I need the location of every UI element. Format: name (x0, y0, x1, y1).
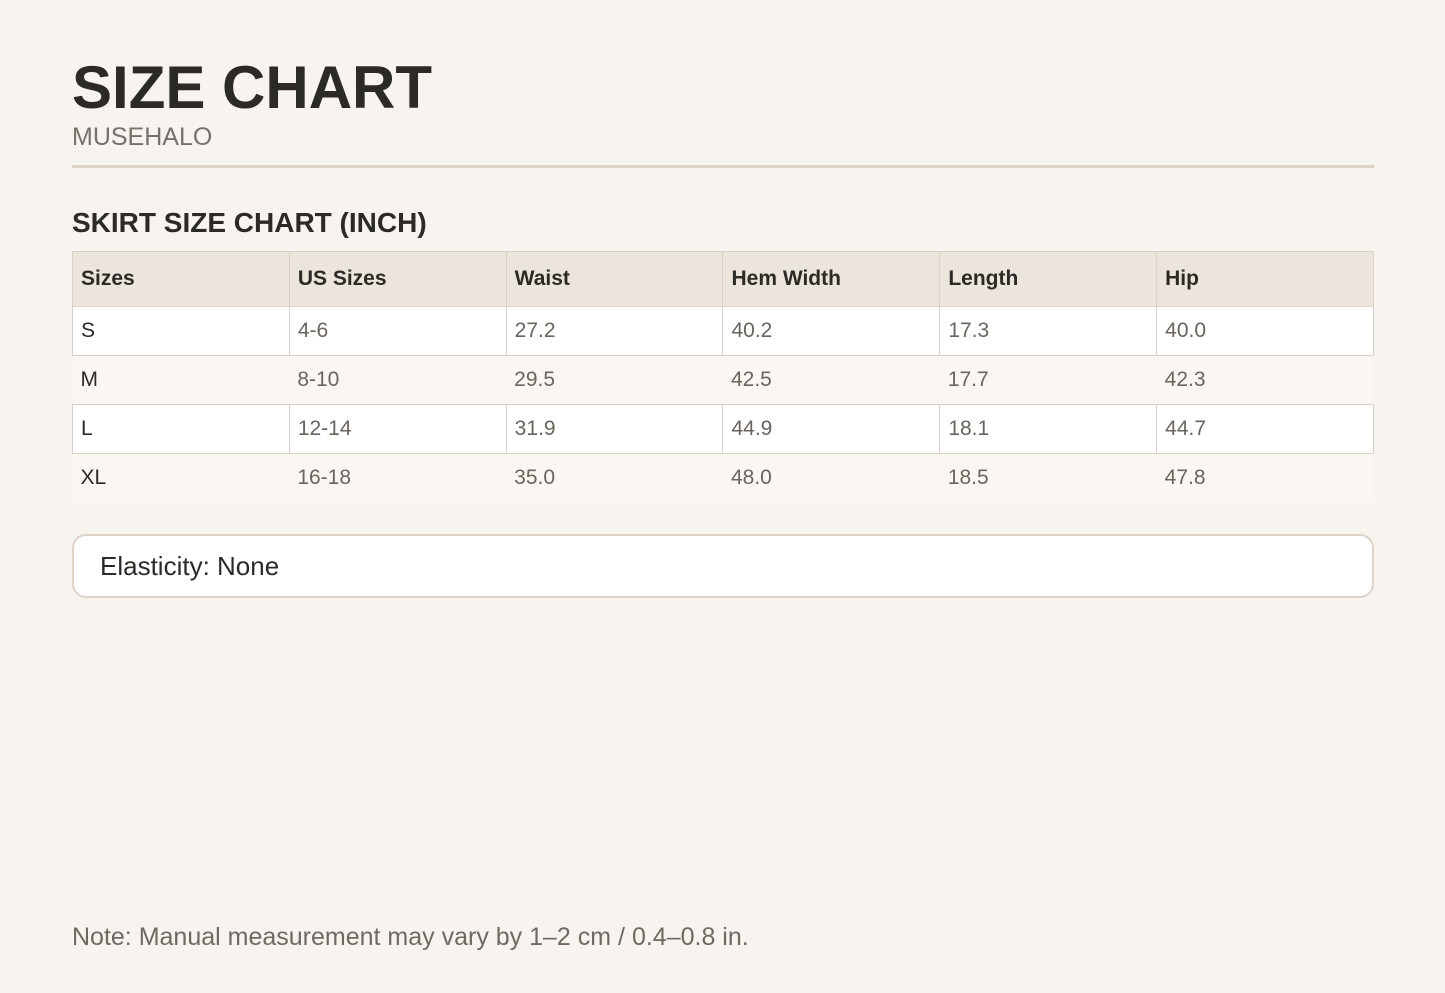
column-header-sizes: Sizes (72, 251, 290, 307)
table-cell: 18.5 (939, 453, 1157, 503)
table-cell: 31.9 (505, 404, 724, 454)
table-cell: 27.2 (505, 306, 724, 356)
table-cell: 18.1 (939, 404, 1158, 454)
column-header-hem-width: Hem Width (722, 251, 941, 307)
brand-name: MUSEHALO (72, 123, 213, 151)
column-header-waist: Waist (505, 251, 724, 307)
table-cell: 42.3 (1156, 355, 1374, 405)
table-cell: 17.3 (939, 306, 1158, 356)
table-cell: 8-10 (289, 355, 507, 405)
table-cell: 17.7 (939, 355, 1157, 405)
section-title: SKIRT SIZE CHART (INCH) (72, 207, 427, 238)
table-cell: S (72, 306, 290, 356)
table-header-row: Sizes US Sizes Waist Hem Width Length Hi… (72, 251, 1374, 307)
table-cell: 16-18 (289, 453, 507, 503)
table-cell: 35.0 (506, 453, 723, 503)
measurement-note: Note: Manual measurement may vary by 1–2… (72, 923, 749, 951)
table-cell: 42.5 (722, 355, 940, 405)
column-header-us-sizes: US Sizes (288, 251, 507, 307)
table-cell: 48.0 (722, 453, 940, 503)
column-header-length: Length (939, 251, 1158, 307)
table-cell: 44.9 (722, 404, 941, 454)
table-row: L 12-14 31.9 44.9 18.1 44.7 (72, 404, 1374, 454)
table-cell: XL (72, 453, 290, 503)
table-cell: 4-6 (288, 306, 507, 356)
table-row: XL 16-18 35.0 48.0 18.5 47.8 (72, 453, 1374, 503)
table-cell: 40.2 (722, 306, 941, 356)
table-cell: 40.0 (1156, 306, 1374, 356)
size-chart-page: SIZE CHART MUSEHALO SKIRT SIZE CHART (IN… (72, 0, 1374, 993)
header-divider (72, 165, 1374, 168)
table-cell: 12-14 (288, 404, 507, 454)
size-table: Sizes US Sizes Waist Hem Width Length Hi… (72, 251, 1374, 503)
elasticity-box: Elasticity: None (72, 534, 1374, 598)
table-cell: 47.8 (1156, 453, 1374, 503)
table-cell: L (72, 404, 290, 454)
table-cell: M (72, 355, 290, 405)
table-cell: 29.5 (506, 355, 723, 405)
column-header-hip: Hip (1156, 251, 1374, 307)
page-title: SIZE CHART (72, 54, 432, 121)
table-cell: 44.7 (1156, 404, 1374, 454)
table-row: M 8-10 29.5 42.5 17.7 42.3 (72, 355, 1374, 405)
table-row: S 4-6 27.2 40.2 17.3 40.0 (72, 306, 1374, 356)
